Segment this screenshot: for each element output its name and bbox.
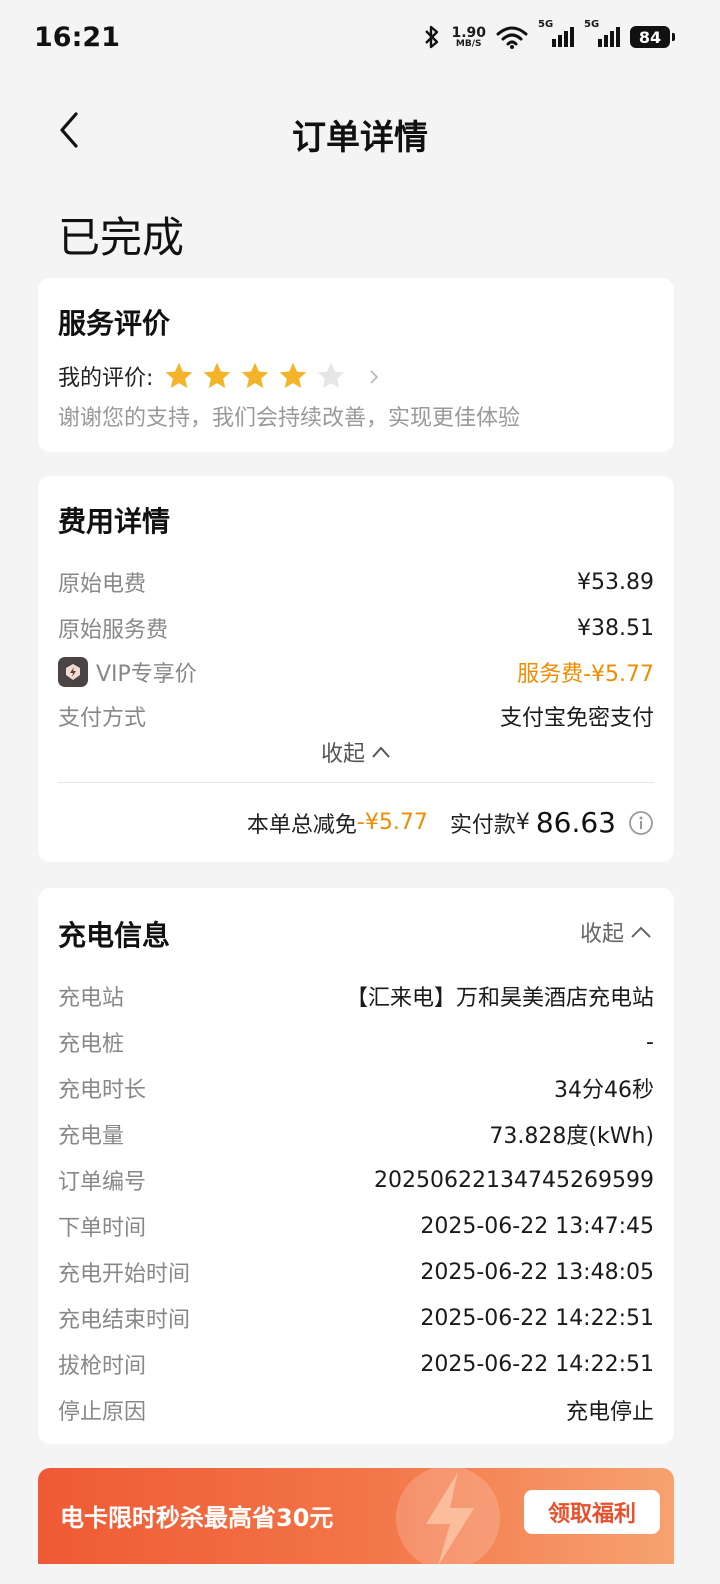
fee-title: 费用详情 <box>58 505 171 538</box>
status-bar: 16:21 1.90 MB/S 5G 5G 84 <box>0 0 720 80</box>
charge-label: 停止原因 <box>58 1400 147 1425</box>
lightning-decoration-icon <box>378 1468 518 1564</box>
banner-text: 电卡限时秒杀最高省30元 <box>60 1504 334 1532</box>
fee-label: 支付方式 <box>58 706 147 731</box>
fee-collapse-button[interactable]: 收起 <box>38 736 674 768</box>
charge-label: 充电量 <box>58 1124 125 1149</box>
paid-label: 实付款 <box>449 812 516 838</box>
fee-card: 费用详情 原始电费 ¥53.89 原始服务费 ¥38.51 VIP专享价 服务费… <box>38 476 674 862</box>
charge-value: 【汇来电】万和昊美酒店充电站 <box>345 986 654 1011</box>
cell-signal-2-icon: 5G <box>584 19 620 49</box>
star-rating[interactable] <box>163 360 347 392</box>
signal1-label: 5G <box>538 19 554 30</box>
charge-info-card: 充电信息 收起 充电站 【汇来电】万和昊美酒店充电站 充电桩 - 充电时长 34… <box>38 888 674 1444</box>
charge-value: 34分46秒 <box>554 1078 654 1103</box>
net-speed-unit: MB/S <box>455 38 482 49</box>
charge-label: 下单时间 <box>58 1216 147 1241</box>
rating-title: 服务评价 <box>58 307 171 340</box>
charge-row: 充电站 【汇来电】万和昊美酒店充电站 <box>58 980 654 1012</box>
charge-info-title: 充电信息 <box>58 919 171 952</box>
charge-label: 订单编号 <box>58 1170 147 1195</box>
star-empty-icon[interactable] <box>315 360 347 392</box>
chevron-up-icon <box>630 920 652 945</box>
paid-amount: 86.63 <box>535 806 616 839</box>
signal2-label: 5G <box>584 19 600 30</box>
promo-banner[interactable]: 电卡限时秒杀最高省30元 领取福利 <box>38 1468 674 1564</box>
charge-value: 充电停止 <box>565 1400 654 1425</box>
net-speed: 1.90 MB/S <box>451 26 486 49</box>
cell-signal-1-icon: 5G <box>538 19 574 49</box>
star-filled-icon[interactable] <box>239 360 271 392</box>
divider <box>58 782 654 783</box>
rating-card: 服务评价 我的评价: 谢谢您的支持，我们会持续改善，实现更佳体验 <box>38 278 674 452</box>
vip-lightning-icon <box>58 657 88 687</box>
star-filled-icon[interactable] <box>163 360 195 392</box>
fee-row-electricity: 原始电费 ¥53.89 <box>58 566 654 598</box>
charge-label: 充电开始时间 <box>58 1262 191 1287</box>
charge-row: 拔枪时间 2025-06-22 14:22:51 <box>58 1348 654 1380</box>
claim-benefit-button[interactable]: 领取福利 <box>524 1490 660 1534</box>
total-discount-value: -¥5.77 <box>356 810 428 835</box>
charge-row: 充电开始时间 2025-06-22 13:48:05 <box>58 1256 654 1288</box>
star-filled-icon[interactable] <box>201 360 233 392</box>
rating-label: 我的评价: <box>58 366 154 391</box>
page-title: 订单详情 <box>292 118 428 158</box>
charge-collapse-button[interactable]: 收起 <box>580 916 652 948</box>
charge-row: 充电桩 - <box>58 1026 654 1058</box>
fee-row-vip: VIP专享价 服务费-¥5.77 <box>58 656 654 688</box>
fee-label: 原始电费 <box>58 572 147 597</box>
paid-currency: ¥ <box>515 810 530 835</box>
charge-value: 2025-06-22 13:48:05 <box>420 1259 654 1285</box>
fee-row-payment: 支付方式 支付宝免密支付 <box>58 700 654 732</box>
wifi-icon <box>496 25 528 49</box>
fee-value: 服务费-¥5.77 <box>517 662 654 687</box>
rating-note: 谢谢您的支持，我们会持续改善，实现更佳体验 <box>58 406 521 431</box>
charge-label: 充电站 <box>58 986 125 1011</box>
collapse-label: 收起 <box>579 922 624 947</box>
charge-row: 充电量 73.828度(kWh) <box>58 1118 654 1150</box>
charge-value: 2025-06-22 14:22:51 <box>420 1305 654 1331</box>
charge-value: 73.828度(kWh) <box>489 1124 654 1149</box>
charge-row: 下单时间 2025-06-22 13:47:45 <box>58 1210 654 1242</box>
fee-value: ¥38.51 <box>577 615 654 641</box>
nav-header: 订单详情 <box>0 92 720 172</box>
status-icons: 1.90 MB/S 5G 5G 84 <box>423 19 675 50</box>
fee-row-service: 原始服务费 ¥38.51 <box>58 612 654 644</box>
fee-value: 支付宝免密支付 <box>499 706 654 731</box>
bluetooth-icon <box>423 24 441 50</box>
rating-row[interactable]: 我的评价: <box>58 360 381 392</box>
net-speed-value: 1.90 <box>451 24 486 41</box>
charge-label: 充电结束时间 <box>58 1308 191 1333</box>
charge-label: 充电桩 <box>58 1032 125 1057</box>
total-row: 本单总减免 -¥5.77 实付款 ¥ 86.63 <box>247 806 654 839</box>
fee-value: ¥53.89 <box>577 569 654 595</box>
charge-value: - <box>646 1029 654 1055</box>
charge-value: 20250622134745269599 <box>374 1167 654 1193</box>
fee-label: VIP专享价 <box>96 662 197 687</box>
fee-label: 原始服务费 <box>58 618 169 643</box>
chevron-right-icon[interactable] <box>367 369 381 384</box>
charge-value: 2025-06-22 14:22:51 <box>420 1351 654 1377</box>
charge-row: 充电结束时间 2025-06-22 14:22:51 <box>58 1302 654 1334</box>
total-discount-label: 本单总减免 <box>246 812 357 838</box>
charge-row: 停止原因 充电停止 <box>58 1394 654 1426</box>
collapse-label: 收起 <box>320 742 365 767</box>
charge-value: 2025-06-22 13:47:45 <box>420 1213 654 1239</box>
order-status: 已完成 <box>58 213 185 262</box>
charge-label: 拔枪时间 <box>58 1354 147 1379</box>
charge-row: 订单编号 20250622134745269599 <box>58 1164 654 1196</box>
info-icon[interactable] <box>628 810 654 836</box>
charge-label: 充电时长 <box>58 1078 147 1103</box>
chevron-up-icon <box>371 740 391 765</box>
star-filled-icon[interactable] <box>277 360 309 392</box>
charge-row: 充电时长 34分46秒 <box>58 1072 654 1104</box>
battery-icon: 84 <box>630 26 675 48</box>
status-time: 16:21 <box>34 22 120 53</box>
